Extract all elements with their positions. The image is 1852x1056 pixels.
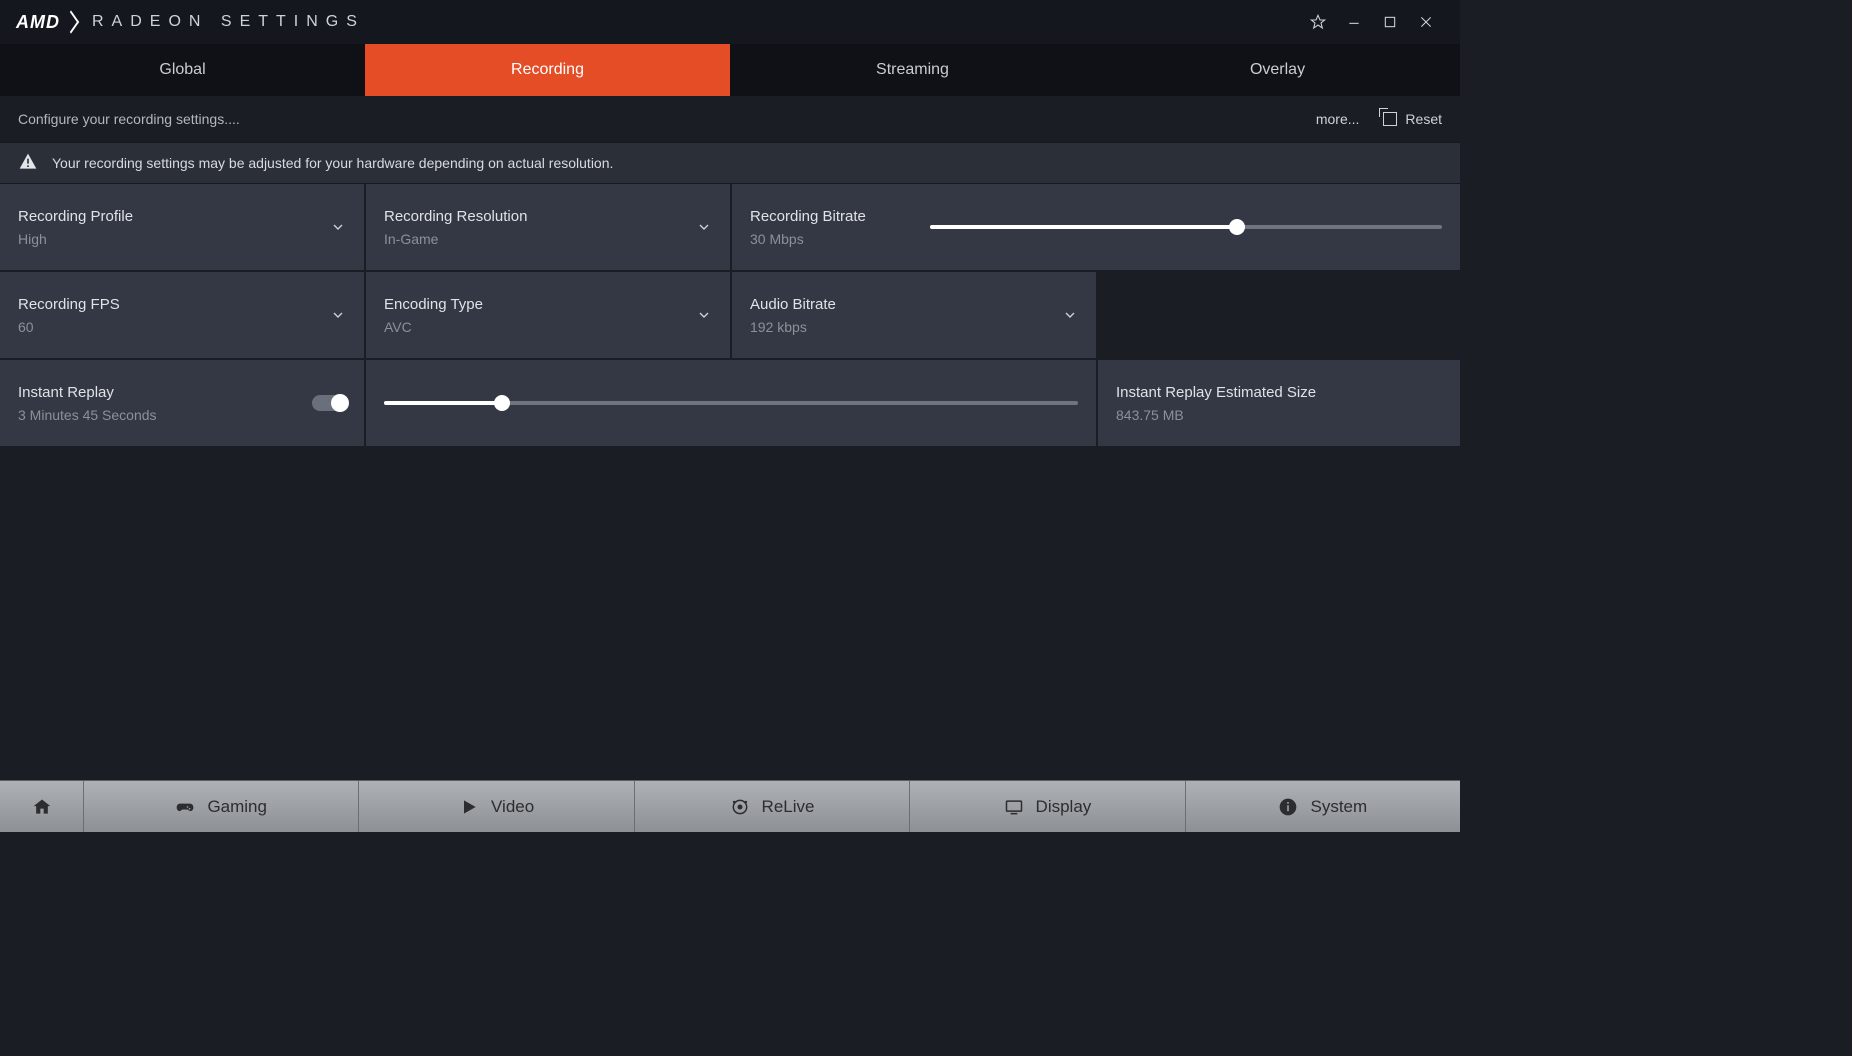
nav-video-label: Video [491, 797, 534, 817]
instant-replay-toggle[interactable] [312, 395, 346, 411]
minimize-button[interactable] [1336, 4, 1372, 40]
nav-gaming[interactable]: Gaming [84, 781, 359, 832]
minimize-icon [1346, 14, 1362, 30]
app-title: RADEON SETTINGS [92, 13, 365, 31]
instant-replay-size-tile: Instant Replay Estimated Size 843.75 MB [1098, 360, 1460, 446]
info-icon [1278, 797, 1298, 817]
recording-profile-dropdown[interactable]: Recording Profile High [0, 184, 364, 270]
tab-recording[interactable]: Recording [365, 44, 730, 96]
display-icon [1004, 797, 1024, 817]
instant-replay-slider[interactable] [384, 401, 1078, 405]
instant-replay-label: Instant Replay [18, 384, 346, 401]
info-strip: Your recording settings may be adjusted … [0, 142, 1460, 184]
amd-arrow-icon [63, 10, 79, 33]
reset-icon [1383, 112, 1397, 126]
recording-bitrate-slider[interactable] [930, 225, 1442, 229]
nav-system[interactable]: System [1186, 781, 1460, 832]
reset-button[interactable]: Reset [1383, 111, 1442, 127]
nav-video[interactable]: Video [359, 781, 634, 832]
instant-replay-size-value: 843.75 MB [1116, 407, 1442, 423]
recording-resolution-label: Recording Resolution [384, 208, 712, 225]
audio-bitrate-dropdown[interactable]: Audio Bitrate 192 kbps [732, 272, 1096, 358]
instant-replay-toggle-tile: Instant Replay 3 Minutes 45 Seconds [0, 360, 364, 446]
chevron-down-icon [330, 307, 346, 323]
nav-relive[interactable]: ReLive [635, 781, 910, 832]
nav-display-label: Display [1036, 797, 1092, 817]
row-1: Recording Profile High Recording Resolut… [0, 184, 1460, 270]
audio-bitrate-value: 192 kbps [750, 319, 1078, 335]
subheader-text: Configure your recording settings.... [18, 111, 240, 127]
brand-text: AMD [16, 12, 60, 33]
title-bar: AMD RADEON SETTINGS [0, 0, 1460, 44]
close-icon [1418, 14, 1434, 30]
warning-icon [18, 152, 38, 175]
recording-fps-label: Recording FPS [18, 296, 346, 313]
reset-label: Reset [1405, 111, 1442, 127]
nav-gaming-label: Gaming [207, 797, 267, 817]
empty-cell [1098, 272, 1460, 358]
recording-profile-value: High [18, 231, 346, 247]
nav-home[interactable] [0, 781, 84, 832]
relive-icon [730, 797, 750, 817]
top-tabs: Global Recording Streaming Overlay [0, 44, 1460, 96]
tab-global[interactable]: Global [0, 44, 365, 96]
star-icon [1310, 14, 1326, 30]
nav-display[interactable]: Display [910, 781, 1185, 832]
info-text: Your recording settings may be adjusted … [52, 155, 613, 171]
more-link[interactable]: more... [1316, 111, 1360, 127]
play-icon [459, 797, 479, 817]
gamepad-icon [175, 797, 195, 817]
tab-streaming[interactable]: Streaming [730, 44, 1095, 96]
tab-overlay[interactable]: Overlay [1095, 44, 1460, 96]
chevron-down-icon [1062, 307, 1078, 323]
chevron-down-icon [330, 219, 346, 235]
bottom-nav: Gaming Video ReLive Display System [0, 780, 1460, 832]
encoding-type-label: Encoding Type [384, 296, 712, 313]
chevron-down-icon [696, 307, 712, 323]
amd-logo: AMD [16, 12, 74, 33]
maximize-button[interactable] [1372, 4, 1408, 40]
maximize-icon [1382, 14, 1398, 30]
instant-replay-size-label: Instant Replay Estimated Size [1116, 384, 1442, 401]
chevron-down-icon [696, 219, 712, 235]
nav-relive-label: ReLive [762, 797, 815, 817]
favorite-button[interactable] [1300, 4, 1336, 40]
recording-bitrate-value: 30 Mbps [750, 231, 900, 247]
encoding-type-dropdown[interactable]: Encoding Type AVC [366, 272, 730, 358]
recording-fps-value: 60 [18, 319, 346, 335]
recording-fps-dropdown[interactable]: Recording FPS 60 [0, 272, 364, 358]
encoding-type-value: AVC [384, 319, 712, 335]
recording-bitrate-label: Recording Bitrate [750, 208, 900, 225]
home-icon [32, 797, 52, 817]
recording-profile-label: Recording Profile [18, 208, 346, 225]
recording-resolution-value: In-Game [384, 231, 712, 247]
instant-replay-slider-tile [366, 360, 1096, 446]
recording-bitrate-tile: Recording Bitrate 30 Mbps [732, 184, 1460, 270]
nav-system-label: System [1310, 797, 1367, 817]
recording-resolution-dropdown[interactable]: Recording Resolution In-Game [366, 184, 730, 270]
audio-bitrate-label: Audio Bitrate [750, 296, 1078, 313]
row-2: Recording FPS 60 Encoding Type AVC Audio… [0, 272, 1460, 358]
close-button[interactable] [1408, 4, 1444, 40]
instant-replay-value: 3 Minutes 45 Seconds [18, 407, 346, 423]
subheader: Configure your recording settings.... mo… [0, 96, 1460, 142]
row-3: Instant Replay 3 Minutes 45 Seconds Inst… [0, 360, 1460, 446]
content-area: Recording Profile High Recording Resolut… [0, 184, 1460, 780]
